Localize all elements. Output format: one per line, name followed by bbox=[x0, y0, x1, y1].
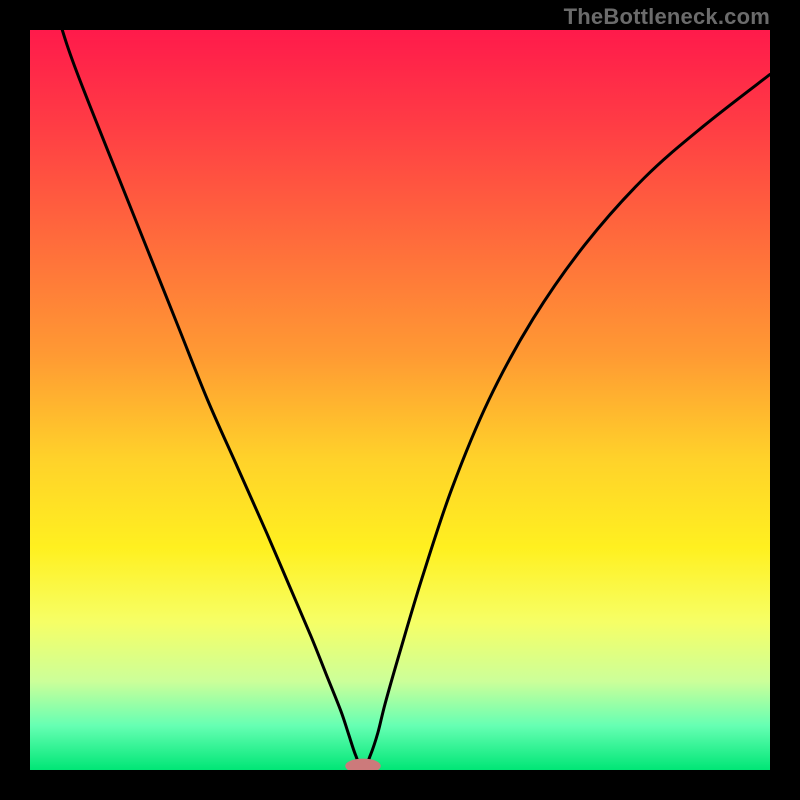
bottleneck-chart bbox=[30, 30, 770, 770]
plot-area bbox=[30, 30, 770, 770]
chart-frame: TheBottleneck.com bbox=[0, 0, 800, 800]
watermark-text: TheBottleneck.com bbox=[564, 4, 770, 30]
gradient-background bbox=[30, 30, 770, 770]
